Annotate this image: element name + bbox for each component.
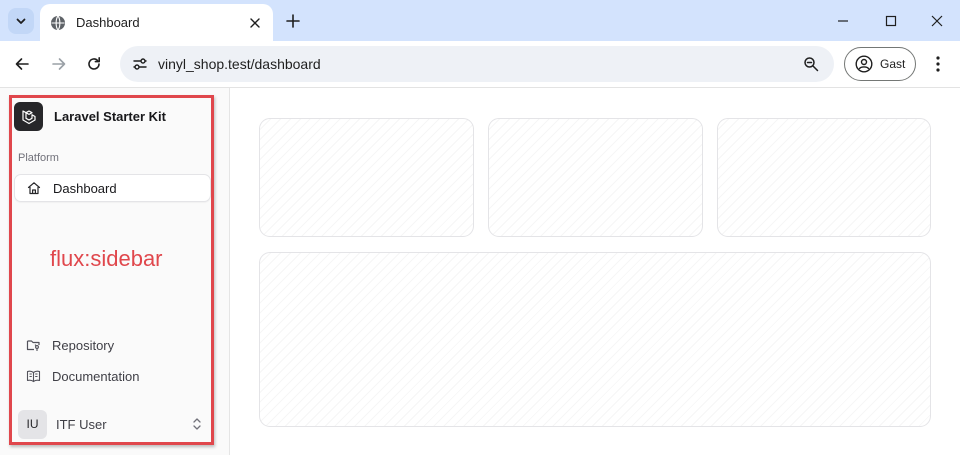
browser-menu-button[interactable] [926,51,950,77]
plus-icon [286,14,300,28]
new-tab-button[interactable] [281,9,305,33]
reload-button[interactable] [81,51,107,77]
sidebar-item-documentation[interactable]: Documentation [14,362,211,390]
site-settings-icon[interactable] [129,53,151,75]
sidebar-item-label: Repository [52,337,115,353]
globe-icon [50,15,66,31]
zoom-icon[interactable] [798,51,824,77]
avatar: IU [18,409,47,439]
forward-button[interactable] [46,51,72,77]
sidebar-item-repository[interactable]: Repository [14,331,211,359]
user-name: ITF User [56,416,107,432]
arrow-left-icon [15,58,29,70]
sidebar-item-label: Documentation [52,368,140,384]
user-menu[interactable]: IU ITF User [18,409,208,439]
placeholder-card-3 [717,118,931,237]
brand[interactable]: Laravel Starter Kit [14,102,166,131]
flux-sidebar-annotation: flux:sidebar [50,246,163,271]
tab-search-button[interactable] [8,8,34,34]
placeholder-panel [259,252,931,427]
sidebar: Laravel Starter Kit Platform Dashboard f… [0,88,230,455]
reload-icon [88,57,100,70]
profile-button[interactable]: Gast [844,47,916,81]
minimize-button[interactable] [828,6,858,36]
address-bar[interactable]: vinyl_shop.test/dashboard [120,46,834,82]
browser-tabstrip: Dashboard [0,0,960,41]
page-viewport: Laravel Starter Kit Platform Dashboard f… [0,88,960,455]
brand-name: Laravel Starter Kit [54,109,166,124]
close-icon [931,15,943,27]
more-vertical-icon [936,56,940,72]
placeholder-card-2 [488,118,703,237]
tab-title: Dashboard [76,15,140,30]
minimize-icon [838,20,848,22]
laravel-logo-icon [14,102,43,131]
sidebar-item-dashboard[interactable]: Dashboard [14,174,211,202]
close-window-button[interactable] [922,6,952,36]
profile-label: Gast [880,57,906,71]
maximize-icon [885,15,897,27]
nav-group-label: Platform [18,152,59,164]
placeholder-card-1 [259,118,474,237]
book-open-icon [25,368,41,384]
close-tab-icon[interactable] [245,13,265,33]
back-button[interactable] [9,51,35,77]
chevron-up-down-icon [190,416,204,432]
account-icon [855,55,873,73]
url-text[interactable]: vinyl_shop.test/dashboard [158,56,798,72]
folder-git-icon [25,337,41,353]
maximize-button[interactable] [876,6,906,36]
arrow-right-icon [52,58,66,70]
browser-tab[interactable]: Dashboard [40,4,273,41]
home-icon [26,180,42,196]
chevron-down-icon [16,18,26,24]
browser-toolbar: vinyl_shop.test/dashboard Gast [0,41,960,88]
sidebar-item-label: Dashboard [53,180,117,196]
